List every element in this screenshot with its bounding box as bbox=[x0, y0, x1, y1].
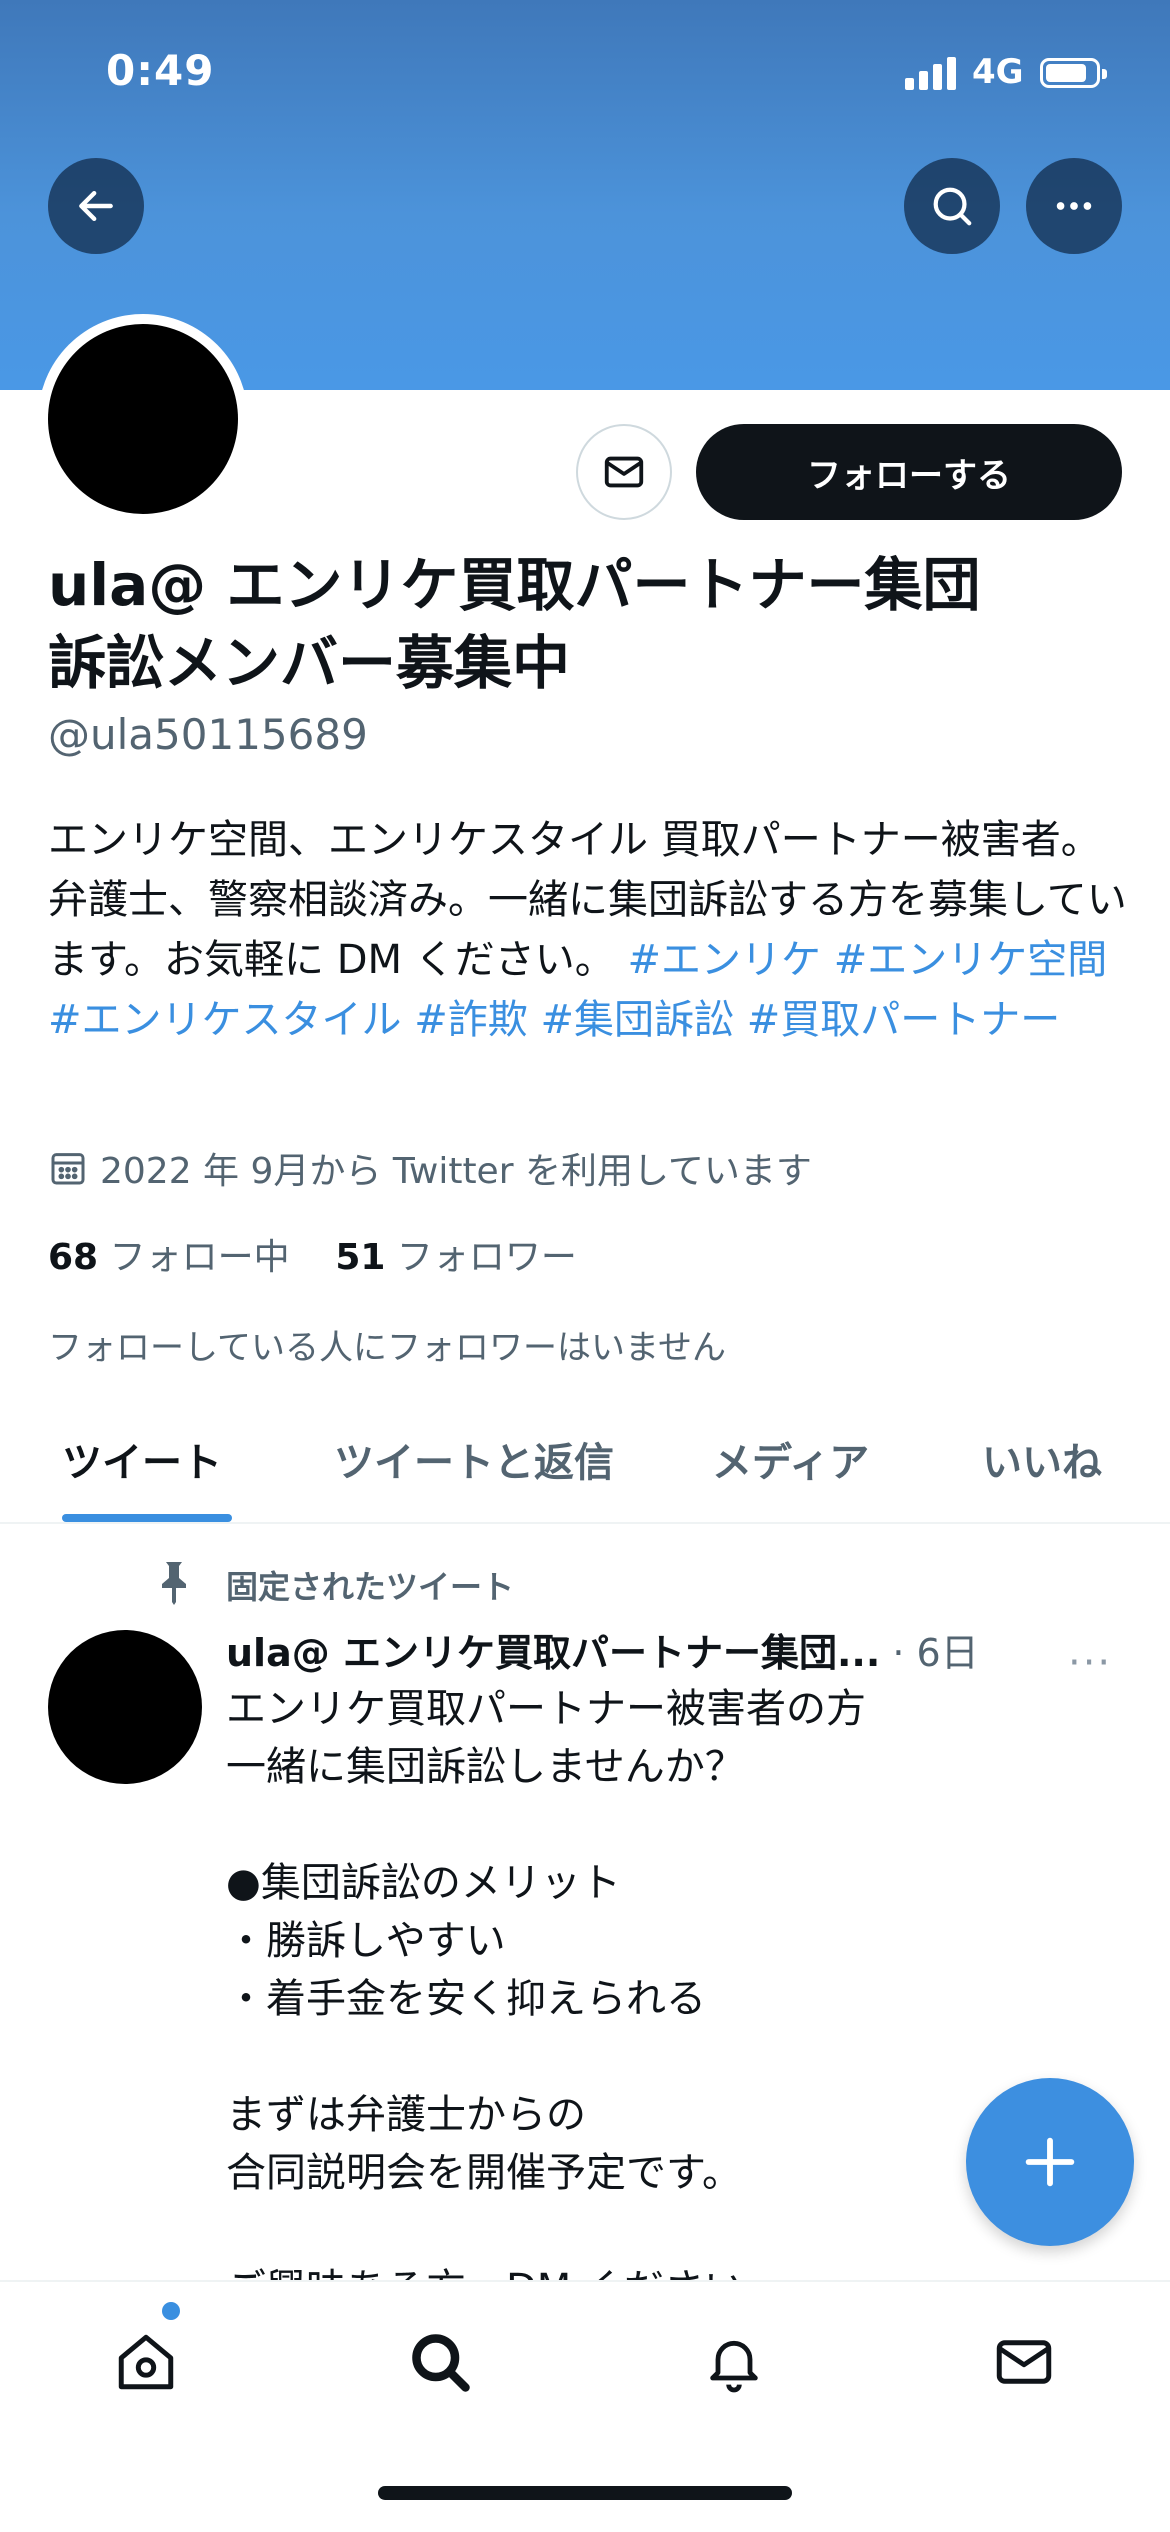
hashtag-link[interactable]: #エンリケ空間 bbox=[834, 937, 1108, 983]
profile-tabs: ツイート ツイートと返信 メディア いいね bbox=[0, 1400, 1170, 1524]
pinned-label: 固定されたツイート bbox=[226, 1568, 515, 1606]
mail-icon bbox=[996, 2340, 1052, 2384]
back-button[interactable] bbox=[48, 158, 144, 254]
hashtag-link[interactable]: #詐欺 bbox=[414, 997, 528, 1043]
tab-likes[interactable]: いいね bbox=[982, 1430, 1102, 1488]
tweet-author-name[interactable]: ula@ エンリケ買取パートナー集団... bbox=[226, 1631, 880, 1675]
tweet-text[interactable]: エンリケ買取パートナー被害者の方 一緒に集団訴訟しませんか？ ●集団訴訟のメリッ… bbox=[226, 1680, 1066, 2280]
following-label: フォロー中 bbox=[109, 1237, 290, 1278]
status-bar: 0:49 4G bbox=[0, 0, 1170, 140]
search-button[interactable] bbox=[904, 158, 1000, 254]
search-icon bbox=[933, 187, 972, 226]
calendar-icon bbox=[51, 1153, 85, 1185]
joined-date: 2022 年 9月から Twitter を利用しています bbox=[48, 1142, 812, 1194]
home-indicator[interactable] bbox=[378, 2486, 792, 2500]
search-icon bbox=[412, 2334, 470, 2392]
tab-media[interactable]: メディア bbox=[712, 1430, 869, 1488]
follow-button[interactable]: フォローする bbox=[696, 424, 1122, 520]
arrow-left-icon bbox=[79, 190, 113, 222]
nav-notifications[interactable] bbox=[694, 2322, 774, 2402]
compose-tweet-button[interactable] bbox=[966, 2078, 1134, 2246]
plus-icon bbox=[1025, 2137, 1075, 2187]
nav-search[interactable] bbox=[400, 2322, 480, 2402]
user-handle: @ula50115689 bbox=[48, 710, 368, 759]
pin-icon bbox=[162, 1562, 186, 1605]
display-name: ula@ エンリケ買取パートナー集団訴訟メンバー募集中 bbox=[48, 551, 981, 697]
more-horizontal-icon bbox=[1056, 202, 1092, 210]
tweet-avatar[interactable] bbox=[48, 1630, 202, 1784]
hashtag-link[interactable]: #エンリケ bbox=[627, 937, 821, 983]
mail-icon bbox=[604, 456, 644, 488]
bell-icon bbox=[710, 2340, 758, 2393]
dm-button[interactable] bbox=[576, 424, 672, 520]
followers-you-know: フォローしている人にフォロワーはいません bbox=[48, 1328, 726, 1368]
joined-text: 2022 年 9月から Twitter を利用しています bbox=[100, 1151, 812, 1192]
nav-home[interactable] bbox=[106, 2322, 186, 2402]
hashtag-link[interactable]: #集団訴訟 bbox=[540, 997, 734, 1043]
status-time: 0:49 bbox=[106, 46, 215, 95]
tab-tweets[interactable]: ツイート bbox=[62, 1430, 222, 1488]
following-count: 68 bbox=[48, 1237, 99, 1278]
unread-indicator bbox=[162, 2302, 180, 2320]
more-button[interactable] bbox=[1026, 158, 1122, 254]
followers-link[interactable]: 51 フォロワー bbox=[335, 1237, 577, 1278]
profile-bio: エンリケ空間、エンリケスタイル 買取パートナー被害者。弁護士、警察相談済み。一緒… bbox=[48, 810, 1128, 1050]
active-tab-indicator bbox=[62, 1514, 232, 1522]
follow-counts: 68 フォロー中 51 フォロワー bbox=[48, 1228, 577, 1280]
nav-messages[interactable] bbox=[984, 2322, 1064, 2402]
hashtag-link[interactable]: #エンリケスタイル bbox=[48, 997, 402, 1043]
following-link[interactable]: 68 フォロー中 bbox=[48, 1237, 290, 1278]
avatar[interactable] bbox=[48, 324, 238, 514]
tab-tweets-and-replies[interactable]: ツイートと返信 bbox=[334, 1430, 614, 1488]
home-icon bbox=[118, 2334, 174, 2390]
hashtag-link[interactable]: #買取パートナー bbox=[747, 997, 1061, 1043]
signal-icon bbox=[905, 56, 957, 90]
battery-icon bbox=[1040, 58, 1107, 88]
tweet-more-button[interactable]: ··· bbox=[1068, 1640, 1112, 1686]
tweet-timestamp: · 6日 bbox=[892, 1631, 979, 1675]
followers-label: フォロワー bbox=[396, 1237, 577, 1278]
followers-count: 51 bbox=[335, 1237, 386, 1278]
tweet-header: ula@ エンリケ買取パートナー集団... · 6日 bbox=[226, 1622, 1026, 1677]
network-label: 4G bbox=[972, 52, 1024, 92]
